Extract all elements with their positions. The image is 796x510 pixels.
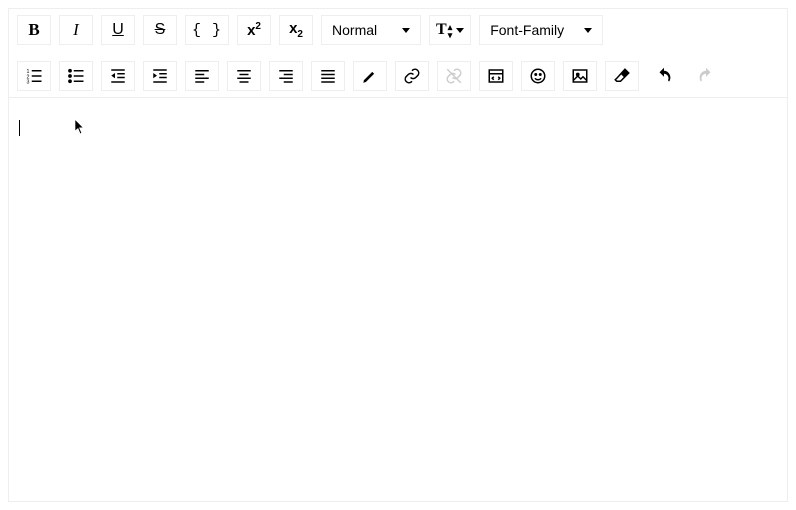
caret-down-icon	[584, 28, 592, 33]
bold-button[interactable]: B	[17, 15, 51, 45]
ordered-list-button[interactable]: 1 2 3	[17, 61, 51, 91]
subscript-icon: x2	[289, 20, 303, 40]
svg-text:3: 3	[27, 80, 30, 86]
unordered-list-button[interactable]	[59, 61, 93, 91]
outdent-icon	[109, 67, 127, 85]
underline-button[interactable]: U	[101, 15, 135, 45]
undo-button[interactable]	[647, 61, 681, 91]
insert-html-button[interactable]	[479, 61, 513, 91]
unordered-list-icon	[67, 67, 85, 85]
italic-icon: I	[73, 20, 79, 40]
align-justify-button[interactable]	[311, 61, 345, 91]
fontfamily-dropdown-label: Font-Family	[490, 22, 564, 38]
editor-toolbar: B I U S { } x2 x2 Normal T ▴▾ Font-Famil…	[8, 8, 788, 98]
strikethrough-icon: S	[155, 21, 166, 39]
text-cursor	[19, 120, 20, 136]
align-left-icon	[193, 67, 211, 85]
unlink-button[interactable]	[437, 61, 471, 91]
pen-icon	[361, 67, 379, 85]
redo-button[interactable]	[689, 61, 723, 91]
color-button[interactable]	[353, 61, 387, 91]
link-icon	[403, 67, 421, 85]
bold-icon: B	[28, 20, 39, 40]
strike-button[interactable]: S	[143, 15, 177, 45]
eraser-button[interactable]	[605, 61, 639, 91]
textsize-icon: T ▴▾	[436, 21, 452, 39]
heading-dropdown-label: Normal	[332, 22, 377, 38]
undo-icon	[655, 67, 673, 85]
align-center-icon	[235, 67, 253, 85]
align-right-icon	[277, 67, 295, 85]
underline-icon: U	[112, 21, 124, 39]
superscript-button[interactable]: x2	[237, 15, 271, 45]
html-block-icon	[487, 67, 505, 85]
ordered-list-icon: 1 2 3	[25, 67, 43, 85]
editor-content-area[interactable]	[8, 98, 788, 502]
italic-button[interactable]: I	[59, 15, 93, 45]
image-icon	[571, 67, 589, 85]
align-left-button[interactable]	[185, 61, 219, 91]
subscript-button[interactable]: x2	[279, 15, 313, 45]
align-justify-icon	[319, 67, 337, 85]
outdent-button[interactable]	[101, 61, 135, 91]
indent-button[interactable]	[143, 61, 177, 91]
eraser-icon	[613, 67, 631, 85]
redo-icon	[697, 67, 715, 85]
code-icon: { }	[192, 22, 222, 39]
smile-icon	[529, 67, 547, 85]
align-right-button[interactable]	[269, 61, 303, 91]
indent-icon	[151, 67, 169, 85]
caret-down-icon	[456, 28, 464, 33]
heading-dropdown[interactable]: Normal	[321, 15, 421, 45]
link-button[interactable]	[395, 61, 429, 91]
code-button[interactable]: { }	[185, 15, 229, 45]
emoji-button[interactable]	[521, 61, 555, 91]
caret-down-icon	[402, 28, 410, 33]
superscript-icon: x2	[247, 21, 261, 39]
image-button[interactable]	[563, 61, 597, 91]
unlink-icon	[445, 67, 463, 85]
align-center-button[interactable]	[227, 61, 261, 91]
textsize-dropdown[interactable]: T ▴▾	[429, 15, 471, 45]
fontfamily-dropdown[interactable]: Font-Family	[479, 15, 603, 45]
